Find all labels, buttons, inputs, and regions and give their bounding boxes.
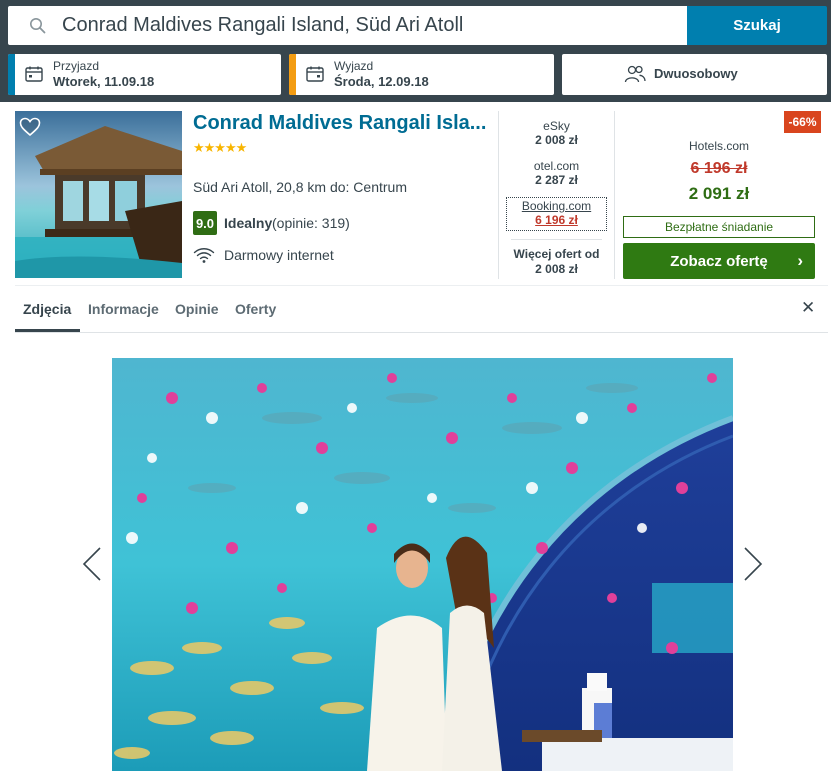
- hotel-location: Süd Ari Atoll, 20,8 km do: Centrum: [193, 179, 407, 195]
- tab-photos[interactable]: Zdjęcia: [23, 301, 71, 317]
- amenity-wifi: Darmowy internet: [224, 247, 334, 263]
- divider: [614, 111, 615, 279]
- deal-site: Hotels.com: [688, 139, 750, 153]
- tab-info[interactable]: Informacje: [88, 301, 159, 317]
- chevron-right-icon: ›: [797, 251, 803, 270]
- star-rating: ★★★★★: [193, 140, 247, 155]
- divider: [511, 239, 602, 240]
- wifi-icon: [193, 248, 215, 263]
- checkout-accent: [289, 54, 296, 95]
- chevron-right-icon[interactable]: [741, 546, 765, 582]
- offer-site: eSky: [543, 119, 570, 133]
- checkin-accent: [8, 54, 15, 95]
- gallery-photo[interactable]: [112, 358, 733, 771]
- offer-site: Booking.com: [521, 199, 592, 213]
- more-offers-link[interactable]: Więcej ofert od 2 008 zł: [505, 247, 608, 277]
- calendar-icon: [306, 66, 324, 82]
- breakfast-badge: Bezpłatne śniadanie: [623, 216, 815, 238]
- calendar-icon: [25, 66, 43, 82]
- more-offers-price: 2 008 zł: [535, 262, 578, 276]
- view-offer-label: Zobacz ofertę: [670, 252, 768, 270]
- offer-esky[interactable]: eSky 2 008 zł: [505, 119, 608, 147]
- chevron-left-icon[interactable]: [80, 546, 104, 582]
- tabs-divider: [15, 332, 828, 333]
- discount-badge: -66%: [784, 111, 821, 133]
- offer-price: 2 287 zł: [535, 173, 578, 187]
- offer-price: 2 008 zł: [535, 133, 578, 147]
- checkin-label: Przyjazd: [53, 59, 100, 73]
- offer-booking[interactable]: Booking.com 6 196 zł: [506, 197, 607, 231]
- checkin-field[interactable]: Przyjazd Wtorek, 11.09.18: [8, 54, 281, 95]
- checkin-value: Wtorek, 11.09.18: [53, 74, 155, 89]
- tab-reviews[interactable]: Opinie: [175, 301, 219, 317]
- checkout-field[interactable]: Wyjazd Środa, 12.09.18: [289, 54, 554, 95]
- checkout-label: Wyjazd: [334, 59, 374, 73]
- offer-price: 6 196 zł: [535, 213, 578, 227]
- more-offers-label: Więcej ofert od: [513, 247, 600, 261]
- offer-site: otel.com: [533, 159, 580, 173]
- room-selector[interactable]: Dwuosobowy: [562, 54, 827, 95]
- checkout-value: Środa, 12.09.18: [334, 74, 429, 89]
- card-divider: [15, 285, 828, 286]
- search-query[interactable]: Conrad Maldives Rangali Island, Süd Ari …: [62, 14, 463, 37]
- search-icon: [30, 18, 46, 34]
- rating-label: Idealny: [224, 215, 273, 231]
- hotel-name[interactable]: Conrad Maldives Rangali Isla...: [193, 112, 486, 135]
- close-icon[interactable]: ✕: [801, 298, 815, 318]
- room-type: Dwuosobowy: [654, 66, 738, 81]
- view-offer-button[interactable]: Zobacz ofertę ›: [623, 243, 815, 279]
- rating-count[interactable]: (opinie: 319): [272, 215, 350, 231]
- search-button[interactable]: Szukaj: [687, 6, 827, 45]
- rating-score: 9.0: [193, 211, 217, 235]
- search-input[interactable]: Conrad Maldives Rangali Island, Süd Ari …: [8, 6, 687, 45]
- tab-offers[interactable]: Oferty: [235, 301, 276, 317]
- old-price: 6 196 zł: [690, 160, 748, 177]
- offer-otel[interactable]: otel.com 2 287 zł: [505, 159, 608, 187]
- heart-icon[interactable]: [19, 117, 41, 137]
- new-price: 2 091 zł: [688, 184, 750, 203]
- people-icon: [624, 65, 646, 83]
- divider: [498, 111, 499, 279]
